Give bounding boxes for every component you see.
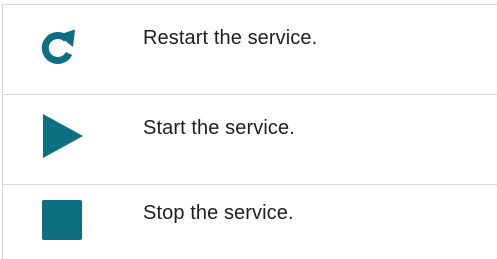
start-description: Start the service.: [143, 117, 295, 139]
service-actions-table: Restart the service. Start the service. …: [2, 4, 497, 259]
icon-cell: [3, 95, 131, 184]
stop-description: Stop the service.: [143, 202, 294, 224]
table-row-restart: Restart the service.: [3, 5, 497, 95]
icon-cell: [3, 185, 131, 259]
restart-icon: [41, 29, 75, 64]
play-icon: [43, 114, 83, 158]
table-row-start: Start the service.: [3, 95, 497, 185]
restart-description: Restart the service.: [143, 27, 318, 49]
icon-cell: [3, 5, 131, 94]
stop-icon: [42, 200, 82, 240]
table-row-stop: Stop the service.: [3, 185, 497, 259]
